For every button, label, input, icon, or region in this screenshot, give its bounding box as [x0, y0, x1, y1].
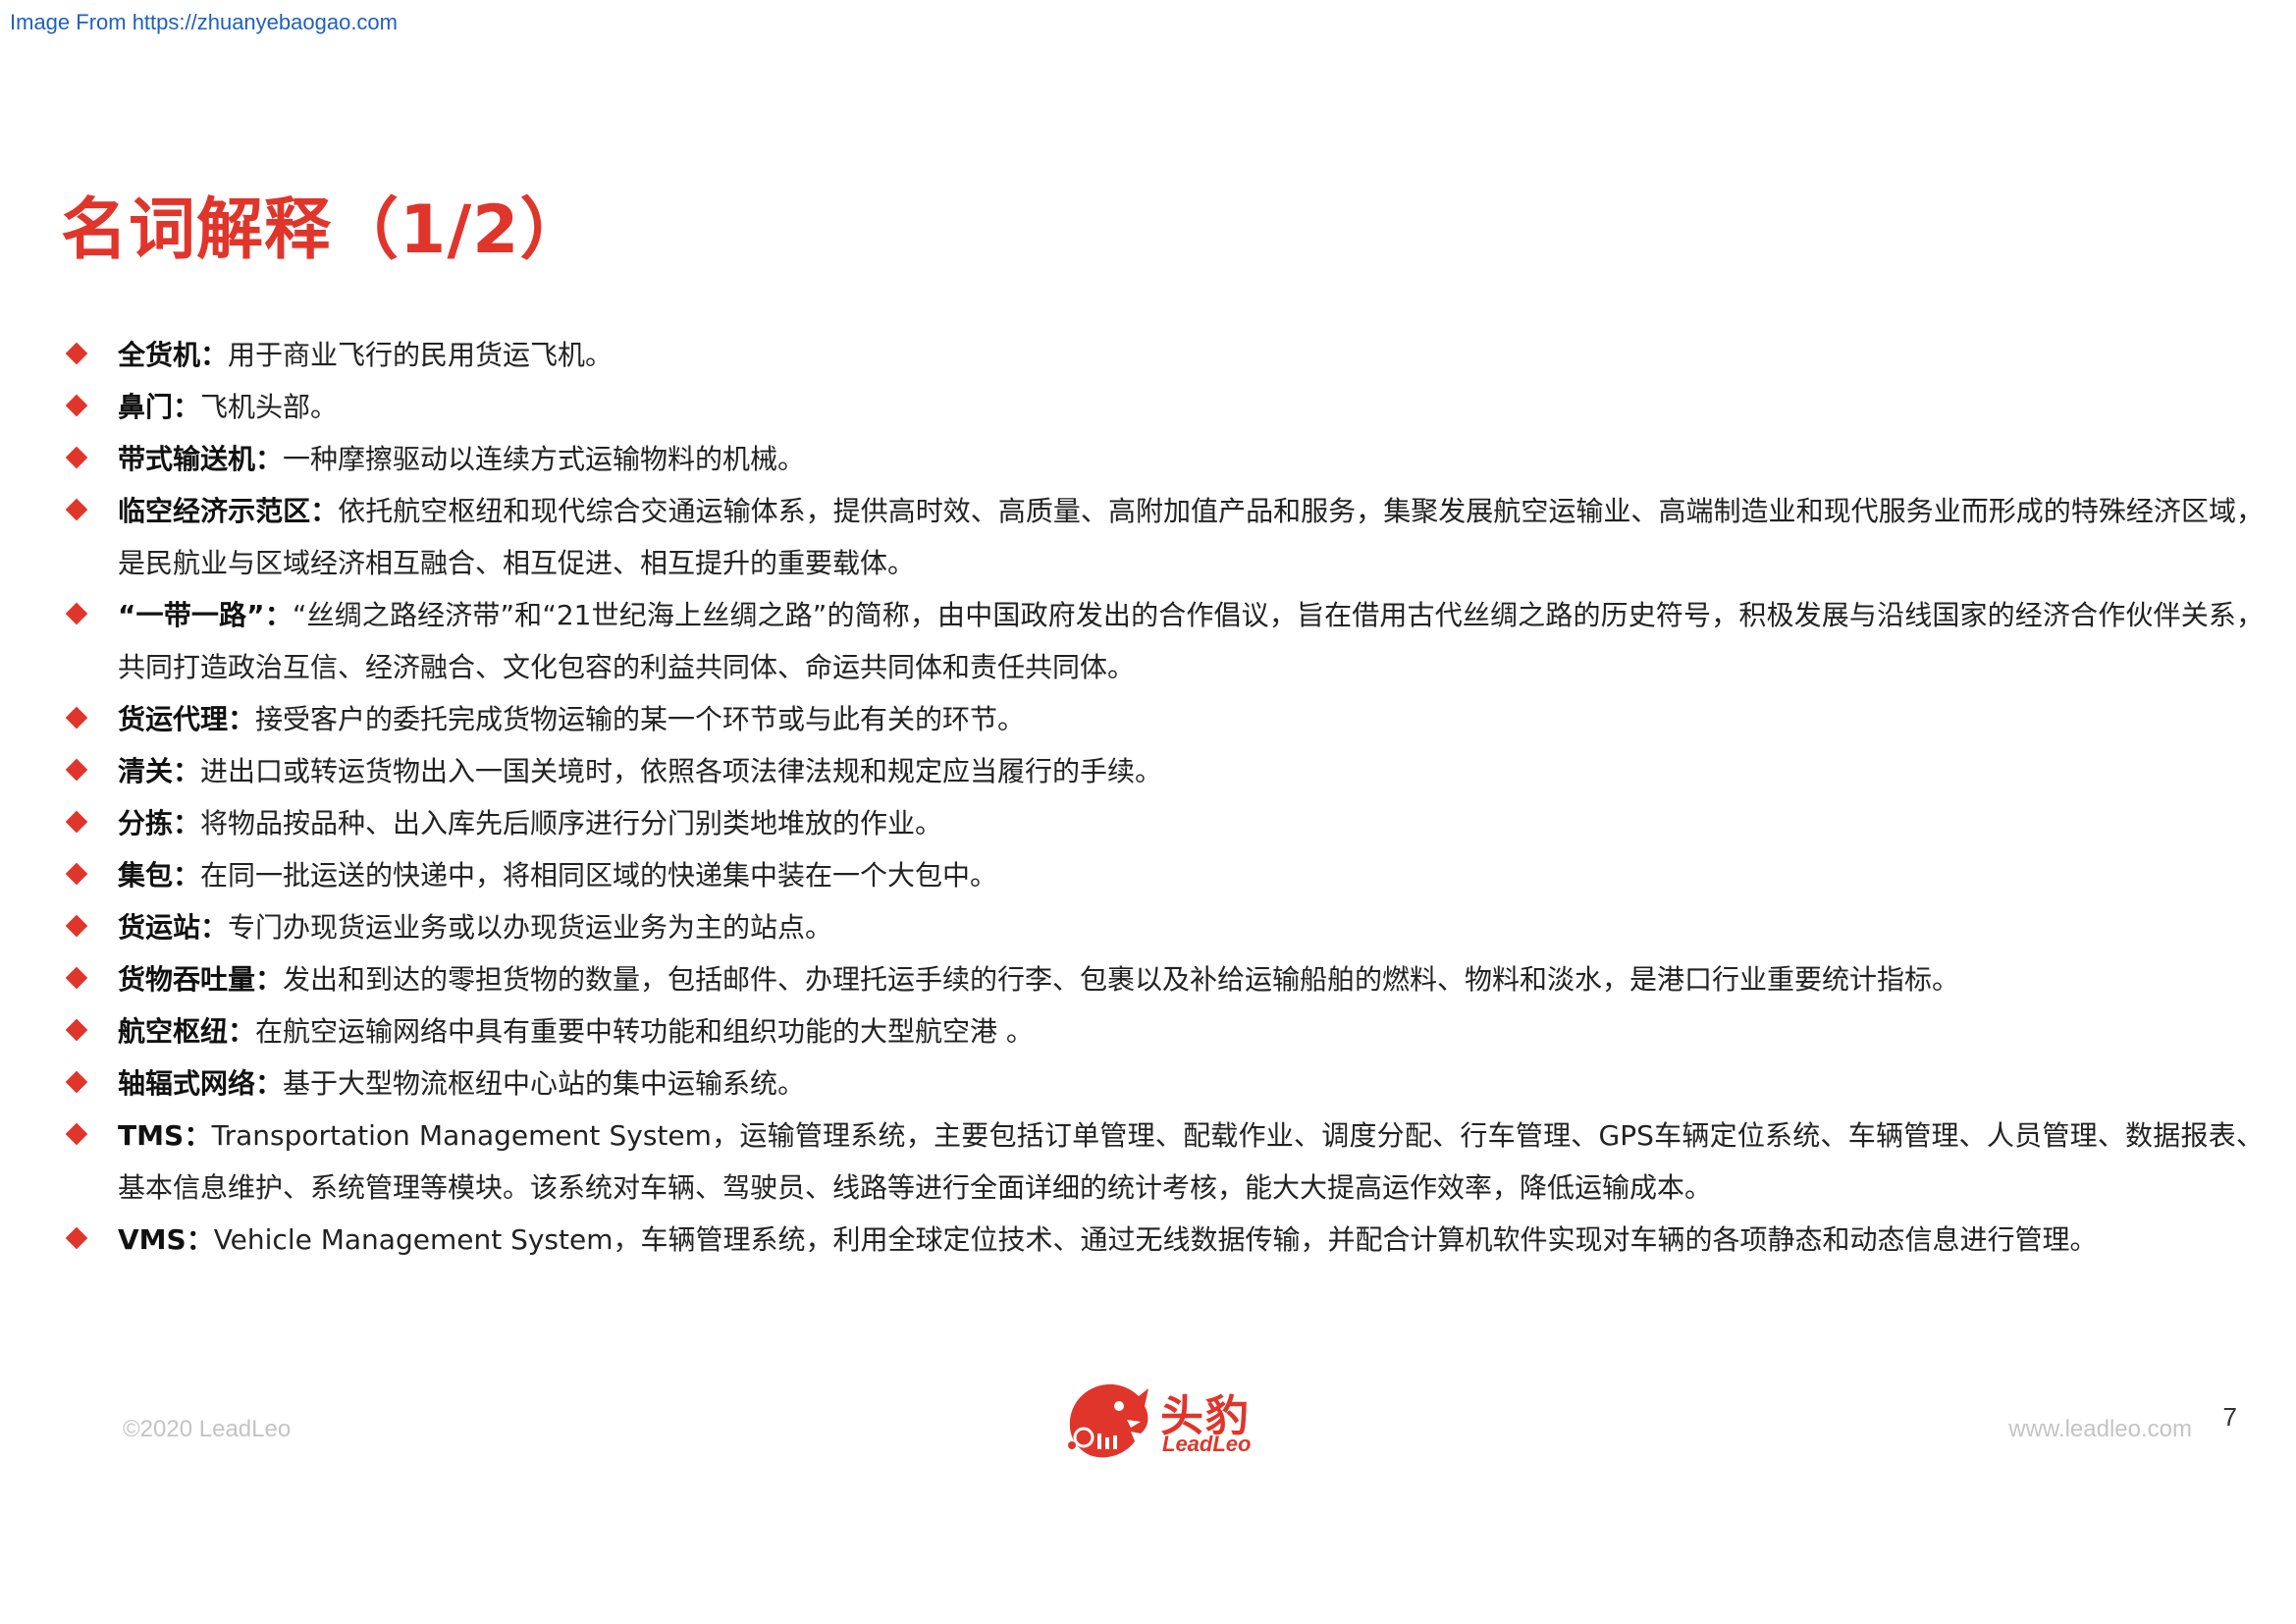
glossary-definition: “丝绸之路经济带”和“21世纪海上丝绸之路”的简称，由中国政府发出的合作倡议，旨…: [118, 599, 2264, 683]
glossary-term: 集包：: [118, 859, 201, 892]
glossary-term: 鼻门：: [118, 391, 201, 423]
red-diamond-icon: [65, 498, 88, 521]
page-number: 7: [2222, 1402, 2237, 1432]
glossary-item: TMS：Transportation Management System，运输管…: [65, 1110, 2264, 1214]
glossary-item: 航空枢纽：在航空运输网络中具有重要中转功能和组织功能的大型航空港 。: [65, 1005, 2264, 1057]
glossary-definition: 接受客户的委托完成货物运输的某一个环节或与此有关的环节。: [255, 703, 1026, 735]
glossary-item: 清关：进出口或转运货物出入一国关境时，依照各项法律法规和规定应当履行的手续。: [65, 745, 2264, 797]
red-diamond-icon: [65, 602, 88, 625]
red-diamond-icon: [65, 914, 88, 938]
red-diamond-icon: [65, 342, 88, 365]
red-diamond-icon: [65, 706, 88, 730]
glossary-term: 货物吞吐量：: [118, 963, 284, 996]
red-diamond-icon: [65, 810, 88, 834]
glossary-definition: 用于商业飞行的民用货运飞机。: [228, 339, 614, 371]
glossary-item: VMS：Vehicle Management System，车辆管理系统，利用全…: [65, 1214, 2264, 1266]
glossary-item: 货物吞吐量：发出和到达的零担货物的数量，包括邮件、办理托运手续的行李、包裹以及补…: [65, 953, 2264, 1005]
red-diamond-icon: [65, 966, 88, 990]
logo-english-text: LeadLeo: [1162, 1432, 1252, 1456]
glossary-term: 货运站：: [118, 911, 229, 944]
red-diamond-icon: [65, 394, 88, 417]
red-diamond-icon: [65, 862, 88, 886]
glossary-term: 分拣：: [118, 807, 201, 839]
footer-website: www.leadleo.com: [2008, 1416, 2192, 1442]
glossary-item: 货运代理：接受客户的委托完成货物运输的某一个环节或与此有关的环节。: [65, 693, 2264, 745]
red-diamond-icon: [65, 1122, 88, 1146]
glossary-definition: 专门办现货运业务或以办现货运业务为主的站点。: [228, 911, 833, 944]
glossary-item: 分拣：将物品按品种、出入库先后顺序进行分门别类地堆放的作业。: [65, 797, 2264, 849]
glossary-item: 临空经济示范区：依托航空枢纽和现代综合交通运输体系，提供高时效、高质量、高附加值…: [65, 485, 2264, 589]
glossary-term: 轴辐式网络：: [118, 1067, 284, 1100]
glossary-definition: 基于大型物流枢纽中心站的集中运输系统。: [283, 1067, 806, 1100]
glossary-definition: 进出口或转运货物出入一国关境时，依照各项法律法规和规定应当履行的手续。: [200, 755, 1163, 787]
glossary-term: 全货机：: [118, 339, 229, 371]
red-diamond-icon: [65, 758, 88, 782]
glossary-definition: 一种摩擦驱动以连续方式运输物料的机械。: [283, 443, 806, 475]
glossary-definition: Vehicle Management System，车辆管理系统，利用全球定位技…: [213, 1223, 2098, 1256]
source-link[interactable]: Image From https://zhuanyebaogao.com: [10, 10, 398, 35]
glossary-definition: 将物品按品种、出入库先后顺序进行分门别类地堆放的作业。: [200, 807, 943, 839]
glossary-item: 带式输送机：一种摩擦驱动以连续方式运输物料的机械。: [65, 433, 2264, 485]
glossary-item: 鼻门：飞机头部。: [65, 381, 2264, 433]
glossary-term: “一带一路”：: [118, 599, 293, 631]
leopard-head-logo-icon: [1068, 1383, 1148, 1458]
footer-copyright: ©2020 LeadLeo: [123, 1416, 292, 1442]
glossary-item: 轴辐式网络：基于大型物流枢纽中心站的集中运输系统。: [65, 1057, 2264, 1110]
glossary-term: 临空经济示范区：: [118, 495, 339, 527]
glossary-term: 货运代理：: [118, 703, 256, 735]
leadleo-logo: 头豹 LeadLeo: [1062, 1377, 1258, 1467]
glossary-item: 货运站：专门办现货运业务或以办现货运业务为主的站点。: [65, 901, 2264, 953]
glossary-definition: 发出和到达的零担货物的数量，包括邮件、办理托运手续的行李、包裹以及补给运输船舶的…: [283, 963, 1960, 996]
glossary-term: 航空枢纽：: [118, 1015, 256, 1048]
red-diamond-icon: [65, 1018, 88, 1042]
glossary-term: VMS：: [118, 1223, 214, 1256]
red-diamond-icon: [65, 1070, 88, 1094]
glossary-item: 集包：在同一批运送的快递中，将相同区域的快递集中装在一个大包中。: [65, 849, 2264, 901]
glossary-list: 全货机：用于商业飞行的民用货运飞机。 鼻门：飞机头部。 带式输送机：一种摩擦驱动…: [65, 329, 2264, 1266]
glossary-definition: 在航空运输网络中具有重要中转功能和组织功能的大型航空港 。: [255, 1015, 1034, 1048]
red-diamond-icon: [65, 446, 88, 469]
glossary-definition: Transportation Management System，运输管理系统，…: [118, 1119, 2264, 1204]
glossary-term: 清关：: [118, 755, 201, 787]
glossary-definition: 飞机头部。: [200, 391, 339, 423]
glossary-term: TMS：: [118, 1119, 212, 1152]
glossary-item: “一带一路”：“丝绸之路经济带”和“21世纪海上丝绸之路”的简称，由中国政府发出…: [65, 589, 2264, 693]
red-diamond-icon: [65, 1226, 88, 1250]
glossary-term: 带式输送机：: [118, 443, 284, 475]
glossary-definition: 依托航空枢纽和现代综合交通运输体系，提供高时效、高质量、高附加值产品和服务，集聚…: [118, 495, 2264, 579]
glossary-item: 全货机：用于商业飞行的民用货运飞机。: [65, 329, 2264, 381]
glossary-definition: 在同一批运送的快递中，将相同区域的快递集中装在一个大包中。: [200, 859, 998, 892]
page-title: 名词解释（1/2）: [61, 191, 588, 269]
